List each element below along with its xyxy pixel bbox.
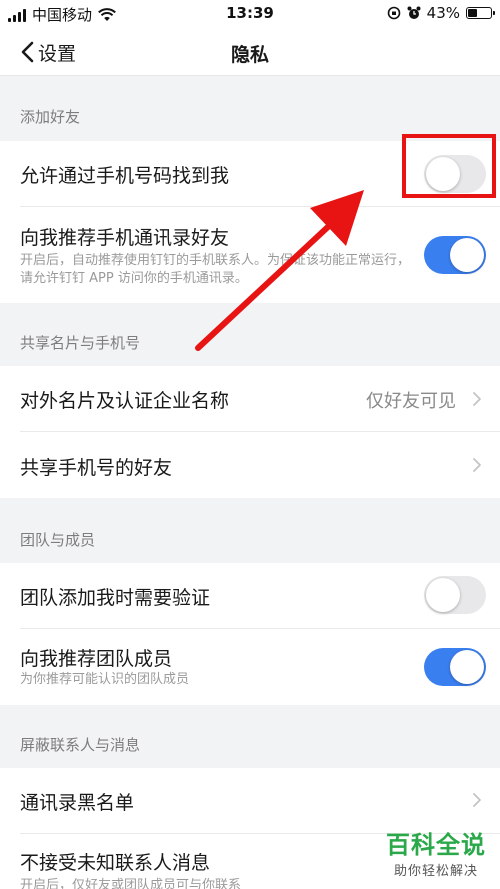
row-verify-on-add[interactable]: 团队添加我时需要验证 <box>0 563 500 628</box>
orientation-lock-icon <box>387 6 400 20</box>
row-description: 开启后，自动推荐使用钉钉的手机联系人。为保证该功能正常运行，请允许钉钉 APP … <box>20 253 411 286</box>
row-find-by-phone[interactable]: 允许通过手机号码找到我 <box>0 141 500 206</box>
status-right: 43% <box>387 4 495 22</box>
row-description: 开启后，仅好友或团队成员可与你联系 <box>20 878 242 889</box>
chevron-right-icon <box>473 392 481 406</box>
chevron-right-icon <box>473 458 481 472</box>
battery-fill <box>468 9 478 17</box>
row-title: 向我推荐团队成员 <box>20 648 173 670</box>
row-blacklist[interactable]: 通讯录黑名单 <box>0 768 500 833</box>
row-title: 对外名片及认证企业名称 <box>20 390 230 412</box>
verify-on-add-toggle[interactable] <box>424 576 486 614</box>
row-title: 共享手机号的好友 <box>20 457 173 479</box>
group-team: 团队添加我时需要验证 向我推荐团队成员 为你推荐可能认识的团队成员 <box>0 563 500 705</box>
battery-icon <box>466 7 495 19</box>
row-description: 为你推荐可能认识的团队成员 <box>20 672 190 687</box>
row-title: 团队添加我时需要验证 <box>20 587 211 609</box>
back-label: 设置 <box>38 42 77 65</box>
row-recommend-members[interactable]: 向我推荐团队成员 为你推荐可能认识的团队成员 <box>0 629 500 705</box>
back-button[interactable]: 设置 <box>20 36 76 68</box>
find-by-phone-toggle[interactable] <box>424 155 486 193</box>
row-title: 不接受未知联系人消息 <box>20 852 211 874</box>
row-title: 通讯录黑名单 <box>20 792 135 814</box>
row-value: 仅好友可见 <box>366 391 456 412</box>
row-share-phone[interactable]: 共享手机号的好友 <box>0 432 500 498</box>
row-recommend-contacts[interactable]: 向我推荐手机通讯录好友 开启后，自动推荐使用钉钉的手机联系人。为保证该功能正常运… <box>0 207 500 303</box>
section-header-block: 屏蔽联系人与消息 <box>20 736 141 754</box>
nav-bar: 设置 隐私 <box>0 28 500 76</box>
status-bar: 中国移动 13:39 43% <box>0 0 500 28</box>
row-title: 向我推荐手机通讯录好友 <box>20 227 230 249</box>
chevron-left-icon <box>21 41 34 63</box>
recommend-contacts-toggle[interactable] <box>424 236 486 274</box>
watermark: 百科全说 助你轻松解决 <box>386 825 486 879</box>
section-header-share-card: 共享名片与手机号 <box>20 334 141 352</box>
chevron-right-icon <box>473 793 481 807</box>
watermark-subtitle: 助你轻松解决 <box>393 864 478 879</box>
group-share-card: 对外名片及认证企业名称 仅好友可见 共享手机号的好友 <box>0 366 500 498</box>
section-header-team: 团队与成员 <box>20 531 96 549</box>
row-external-card[interactable]: 对外名片及认证企业名称 仅好友可见 <box>0 366 500 431</box>
alarm-icon <box>407 6 421 19</box>
battery-percent: 43% <box>426 4 460 22</box>
row-title: 允许通过手机号码找到我 <box>20 165 230 187</box>
group-add-friends: 允许通过手机号码找到我 向我推荐手机通讯录好友 开启后，自动推荐使用钉钉的手机联… <box>0 141 500 303</box>
section-header-add-friends: 添加好友 <box>20 108 81 126</box>
watermark-title: 百科全说 <box>386 831 486 859</box>
recommend-members-toggle[interactable] <box>424 648 486 686</box>
